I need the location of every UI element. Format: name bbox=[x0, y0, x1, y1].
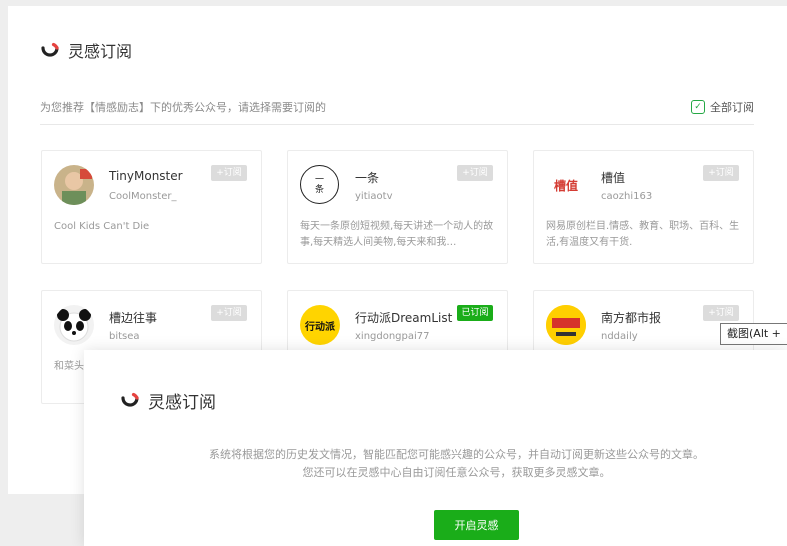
subscribed-button[interactable]: 已订阅 bbox=[457, 305, 493, 321]
account-description: 每天一条原创短视频,每天讲述一个动人的故事,每天精选人间美物,每天来和我… bbox=[300, 221, 494, 248]
panda-avatar-icon bbox=[54, 305, 94, 345]
account-name[interactable]: 槽边往事 bbox=[109, 309, 157, 326]
inspiration-logo-icon bbox=[120, 390, 140, 410]
inspiration-logo-icon bbox=[40, 40, 60, 60]
account-handle: CoolMonster_ bbox=[109, 191, 177, 202]
subscribe-button[interactable]: +订阅 bbox=[457, 165, 493, 181]
check-icon[interactable]: ✓ bbox=[691, 100, 705, 114]
panel-title: 灵感订阅 bbox=[68, 42, 133, 61]
account-name[interactable]: 槽值 bbox=[601, 169, 625, 186]
modal-header: 灵感订阅 bbox=[120, 386, 216, 414]
account-card[interactable]: TinyMonster CoolMonster_ +订阅 Cool Kids C… bbox=[41, 150, 262, 264]
recommend-bar: 为您推荐【情感励志】下的优秀公众号，请选择需要订阅的 ✓ 全部订阅 bbox=[40, 96, 754, 125]
account-handle: bitsea bbox=[109, 331, 140, 342]
account-handle: nddaily bbox=[601, 331, 638, 342]
modal-description: 系统将根据您的历史发文情况，智能匹配您可能感兴趣的公众号，并自动订阅更新这些公众… bbox=[144, 446, 769, 482]
account-description: Cool Kids Can't Die bbox=[54, 221, 150, 232]
modal-title: 灵感订阅 bbox=[148, 392, 216, 413]
enable-inspiration-button[interactable]: 开启灵感 bbox=[434, 510, 519, 540]
subscribe-all-toggle[interactable]: ✓ 全部订阅 bbox=[691, 99, 754, 115]
child-photo-avatar-icon bbox=[54, 165, 94, 205]
xingdongpai-logo-icon: 行动派 bbox=[300, 305, 340, 345]
account-name[interactable]: 一条 bbox=[355, 169, 379, 186]
account-name[interactable]: TinyMonster bbox=[109, 169, 183, 183]
modal-line: 系统将根据您的历史发文情况，智能匹配您可能感兴趣的公众号，并自动订阅更新这些公众… bbox=[209, 448, 704, 461]
account-handle: caozhi163 bbox=[601, 191, 653, 202]
yitiao-logo-text: 一条 bbox=[314, 174, 324, 195]
caozhi-logo-text: 槽值 bbox=[553, 178, 578, 193]
caozhi-logo-icon: 槽值 bbox=[546, 165, 586, 205]
account-name[interactable]: 行动派DreamList bbox=[355, 309, 452, 326]
subscribe-button[interactable]: +订阅 bbox=[211, 305, 247, 321]
recommend-subtitle: 为您推荐【情感励志】下的优秀公众号，请选择需要订阅的 bbox=[40, 101, 326, 114]
subscribe-button[interactable]: +订阅 bbox=[703, 165, 739, 181]
inspiration-modal: 灵感订阅 系统将根据您的历史发文情况，智能匹配您可能感兴趣的公众号，并自动订阅更… bbox=[84, 350, 787, 546]
account-card[interactable]: 槽值 槽值 caozhi163 +订阅 网易原创栏目.情感、教育、职场、百科、生… bbox=[533, 150, 754, 264]
subscribe-button[interactable]: +订阅 bbox=[211, 165, 247, 181]
xingdongpai-logo-text: 行动派 bbox=[305, 321, 335, 333]
nanfang-logo-icon bbox=[546, 305, 586, 345]
account-handle: xingdongpai77 bbox=[355, 331, 430, 342]
account-card[interactable]: 一条 一条 yitiaotv +订阅 每天一条原创短视频,每天讲述一个动人的故事… bbox=[287, 150, 508, 264]
panel-header: 灵感订阅 bbox=[40, 36, 132, 64]
account-handle: yitiaotv bbox=[355, 191, 393, 202]
account-name[interactable]: 南方都市报 bbox=[601, 309, 661, 326]
subscribe-button[interactable]: +订阅 bbox=[703, 305, 739, 321]
screenshot-tooltip: 截图(Alt + bbox=[720, 323, 787, 345]
subscribe-all-label: 全部订阅 bbox=[710, 101, 754, 114]
account-description: 网易原创栏目.情感、教育、职场、百科、生活,有温度又有干货. bbox=[546, 221, 740, 248]
modal-line: 您还可以在灵感中心自由订阅任意公众号，获取更多灵感文章。 bbox=[302, 466, 611, 479]
yitiao-logo-icon: 一条 bbox=[300, 165, 339, 204]
